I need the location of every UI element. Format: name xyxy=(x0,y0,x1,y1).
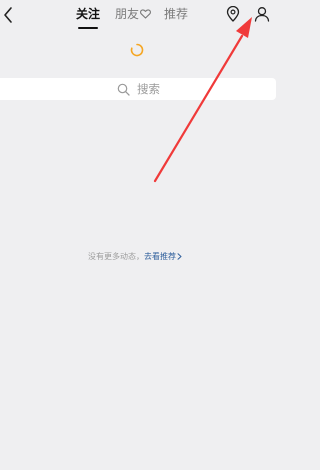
person-icon[interactable] xyxy=(254,6,270,22)
active-tab-indicator xyxy=(78,27,98,29)
go-recommend-label: 去看推荐 xyxy=(144,252,176,261)
tab-follow[interactable]: 关注 xyxy=(76,7,100,21)
go-recommend-link[interactable]: 去看推荐 xyxy=(144,252,182,261)
empty-state-message: 没有更多动态，去看推荐 xyxy=(88,252,182,262)
chevron-left-icon[interactable] xyxy=(2,5,16,25)
tab-follow-label: 关注 xyxy=(76,7,101,21)
tab-recommend[interactable]: 推荐 xyxy=(164,7,188,21)
tab-recommend-label: 推荐 xyxy=(164,7,189,21)
search-bar[interactable]: 搜索 xyxy=(0,78,276,100)
location-pin-icon[interactable] xyxy=(226,6,240,22)
annotation-arrow xyxy=(153,17,252,183)
spinner-icon xyxy=(130,43,144,57)
top-navigation-bar: 关注 朋友 推荐 xyxy=(0,0,291,32)
tab-friends[interactable]: 朋友 xyxy=(115,7,151,21)
chevron-right-icon xyxy=(177,253,182,260)
search-icon xyxy=(117,83,130,96)
tab-friends-label: 朋友 xyxy=(115,7,140,21)
search-placeholder: 搜索 xyxy=(137,82,160,96)
empty-state-text: 没有更多动态， xyxy=(88,252,144,261)
heart-outline-icon xyxy=(140,9,151,19)
